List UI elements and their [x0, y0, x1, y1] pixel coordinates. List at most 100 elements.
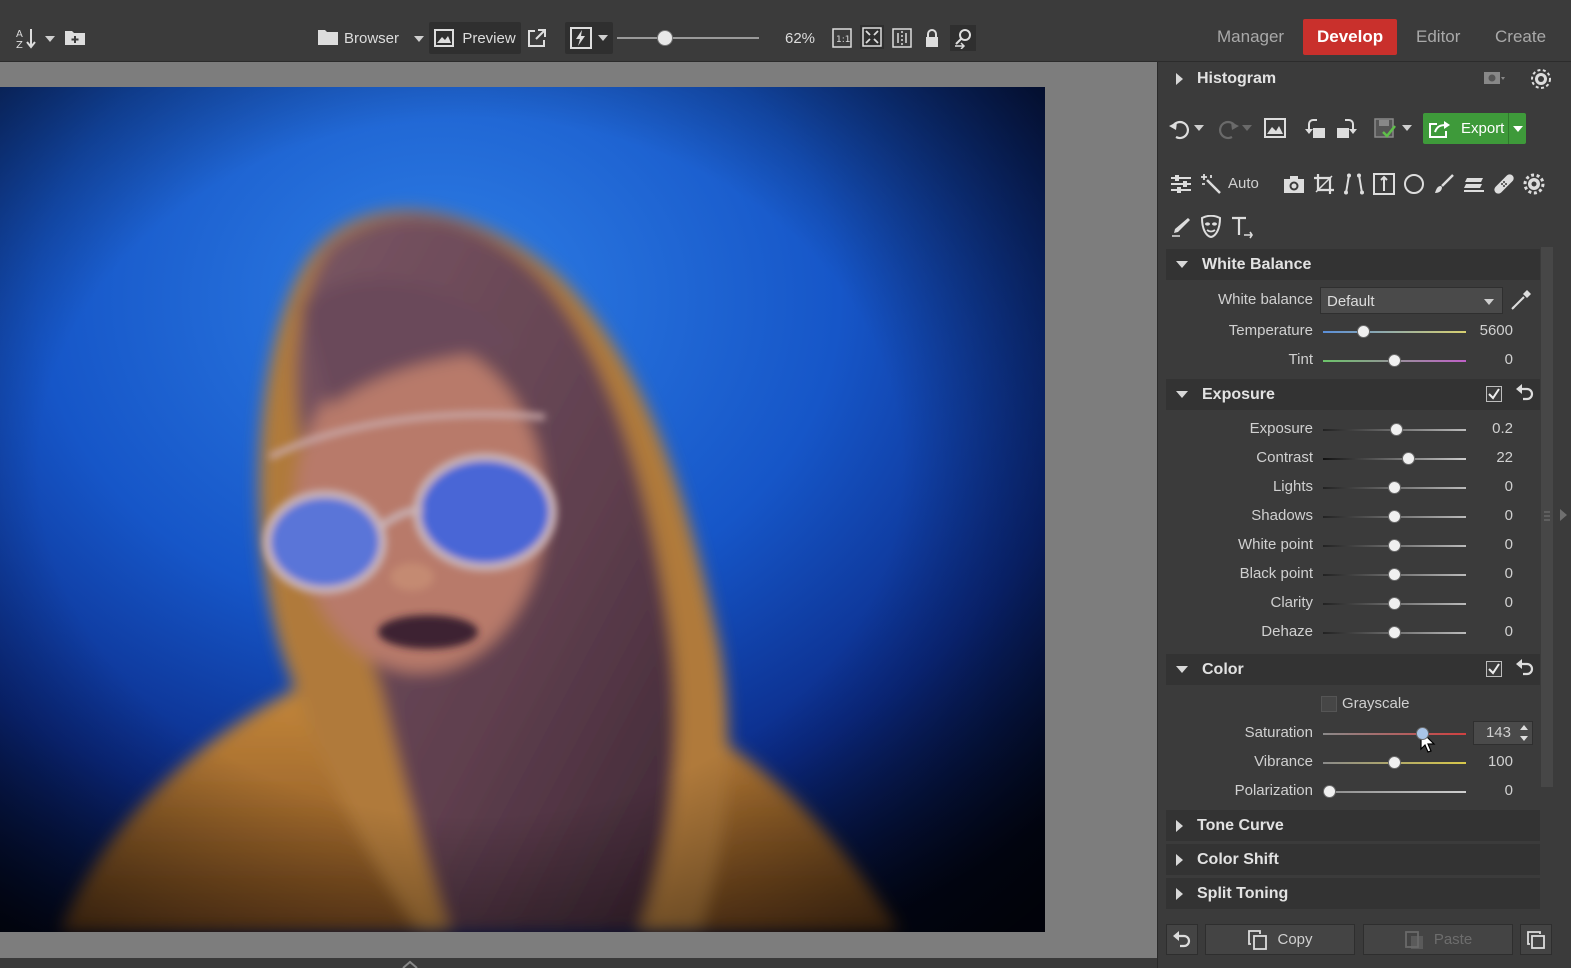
- gradient-mask-icon[interactable]: [1463, 174, 1485, 194]
- tint-slider-handle[interactable]: [1387, 354, 1401, 367]
- filmstrip-handle[interactable]: [0, 958, 1157, 968]
- contrast-slider-track[interactable]: [1323, 458, 1466, 460]
- rotate-right-icon[interactable]: [1334, 118, 1358, 143]
- save-icon[interactable]: [1374, 118, 1400, 143]
- eyedropper-icon[interactable]: [1510, 289, 1532, 314]
- grayscale-checkbox[interactable]: [1321, 696, 1337, 712]
- expand-arrow-icon: [1176, 887, 1183, 900]
- browser-button-label[interactable]: Browser: [344, 28, 399, 48]
- redo-dropdown-caret-icon[interactable]: [1242, 125, 1252, 131]
- polarization-slider-handle[interactable]: [1323, 785, 1337, 798]
- paste-button[interactable]: Paste: [1363, 924, 1513, 955]
- perspective-icon[interactable]: [1343, 173, 1365, 195]
- histogram-settings-icon[interactable]: [1530, 68, 1552, 90]
- temperature-slider-track[interactable]: [1323, 331, 1466, 333]
- pen-icon[interactable]: [1170, 216, 1192, 238]
- exposure-slider-handle[interactable]: [1390, 423, 1404, 436]
- undo-dropdown-caret-icon[interactable]: [1194, 125, 1204, 131]
- open-external-icon[interactable]: [526, 27, 548, 49]
- exposure-section-header[interactable]: Exposure: [1166, 379, 1540, 410]
- collapse-arrow-icon: [1176, 261, 1188, 268]
- saturation-slider-handle[interactable]: [1416, 727, 1430, 740]
- gradient-filter-icon[interactable]: [1373, 173, 1395, 195]
- reset-exposure-icon[interactable]: [1515, 383, 1535, 406]
- photo-preview[interactable]: [0, 87, 1045, 932]
- auto-wand-icon[interactable]: [1200, 173, 1222, 195]
- quick-fix-button[interactable]: [565, 22, 613, 54]
- reset-color-icon[interactable]: [1515, 658, 1535, 681]
- lock-icon[interactable]: [922, 26, 942, 50]
- split-toning-section-header[interactable]: Split Toning: [1166, 878, 1540, 909]
- white-point-slider-handle[interactable]: [1387, 539, 1401, 552]
- browser-dropdown-caret-icon[interactable]: [413, 35, 425, 43]
- copy-button[interactable]: Copy: [1205, 924, 1355, 955]
- collapse-arrow-icon: [1176, 666, 1188, 673]
- reset-all-button[interactable]: [1166, 924, 1198, 955]
- sort-icon[interactable]: AZ: [14, 26, 40, 50]
- mode-tab-manager[interactable]: Manager: [1203, 19, 1298, 55]
- sync-settings-button[interactable]: [1520, 924, 1552, 955]
- temperature-slider-handle[interactable]: [1357, 325, 1371, 338]
- camera-view-icon[interactable]: [1483, 70, 1505, 88]
- camera-icon[interactable]: [1283, 174, 1305, 194]
- image-viewer[interactable]: [0, 62, 1157, 958]
- zoom-slider-handle[interactable]: [657, 30, 673, 46]
- mode-tab-create[interactable]: Create: [1481, 19, 1560, 55]
- zoom-sync-icon[interactable]: [950, 25, 976, 51]
- fit-height-icon[interactable]: [891, 27, 913, 49]
- preview-icon: [434, 29, 455, 47]
- export-dropdown-caret-icon[interactable]: [1508, 113, 1526, 144]
- contrast-slider-handle[interactable]: [1401, 452, 1415, 465]
- text-tool-icon[interactable]: [1230, 215, 1254, 239]
- crop-icon[interactable]: [1313, 173, 1335, 195]
- zoom-slider-track[interactable]: [617, 37, 759, 39]
- tools-row-2: [1166, 214, 1286, 240]
- save-dropdown-caret-icon[interactable]: [1402, 125, 1412, 131]
- radial-filter-icon[interactable]: [1403, 173, 1425, 195]
- preview-button[interactable]: Preview: [429, 22, 521, 54]
- settings-gear-icon[interactable]: [1523, 173, 1545, 195]
- browser-icon[interactable]: [316, 27, 340, 47]
- tone-curve-section-header[interactable]: Tone Curve: [1166, 810, 1540, 841]
- face-retouch-icon[interactable]: [1200, 215, 1222, 239]
- white-balance-select[interactable]: Default: [1320, 287, 1503, 314]
- polarization-label: Polarization: [1234, 782, 1313, 799]
- new-folder-icon[interactable]: [64, 27, 86, 47]
- dehaze-slider-handle[interactable]: [1387, 626, 1401, 639]
- clarity-slider-handle[interactable]: [1387, 597, 1401, 610]
- undo-icon[interactable]: [1168, 118, 1192, 143]
- fit-to-screen-icon[interactable]: [860, 25, 884, 49]
- history-toolbar: Export: [1166, 110, 1540, 150]
- exposure-enabled-checkbox[interactable]: [1486, 386, 1502, 402]
- sort-dropdown-caret-icon[interactable]: [44, 35, 56, 43]
- black-point-slider-handle[interactable]: [1387, 568, 1401, 581]
- mode-tab-editor[interactable]: Editor: [1402, 19, 1474, 55]
- polarization-slider-track[interactable]: [1323, 791, 1466, 793]
- collapse-panel-arrow-icon[interactable]: [1557, 507, 1569, 523]
- auto-button[interactable]: Auto: [1228, 175, 1259, 192]
- color-enabled-checkbox[interactable]: [1486, 661, 1502, 677]
- healing-icon[interactable]: [1493, 173, 1515, 195]
- shadows-slider-handle[interactable]: [1387, 510, 1401, 523]
- exposure-title: Exposure: [1202, 385, 1275, 403]
- adjustments-icon[interactable]: [1170, 174, 1192, 194]
- stepper-icon[interactable]: [1518, 722, 1530, 747]
- saturation-value[interactable]: 143: [1486, 724, 1511, 741]
- rotate-left-icon[interactable]: [1304, 118, 1328, 143]
- mode-tab-develop[interactable]: Develop: [1303, 19, 1398, 55]
- color-shift-section-header[interactable]: Color Shift: [1166, 844, 1540, 875]
- white-balance-section-header[interactable]: White Balance: [1166, 249, 1540, 280]
- redo-icon[interactable]: [1216, 118, 1240, 143]
- top-toolbar: AZ Browser Preview 62% 1:1 Manager Devel…: [0, 0, 1571, 62]
- temperature-value: 5600: [1479, 322, 1513, 339]
- zoom-one-to-one-button[interactable]: 1:1: [831, 27, 853, 49]
- color-section-header[interactable]: Color: [1166, 654, 1540, 685]
- scroll-grip-icon: [1541, 509, 1553, 523]
- vibrance-slider-handle[interactable]: [1387, 756, 1401, 769]
- lights-slider-handle[interactable]: [1387, 481, 1401, 494]
- saturation-slider-track[interactable]: [1323, 733, 1466, 735]
- brush-icon[interactable]: [1433, 173, 1455, 195]
- original-image-icon[interactable]: [1264, 118, 1286, 141]
- export-button[interactable]: Export: [1423, 113, 1526, 144]
- clarity-value: 0: [1504, 594, 1513, 611]
